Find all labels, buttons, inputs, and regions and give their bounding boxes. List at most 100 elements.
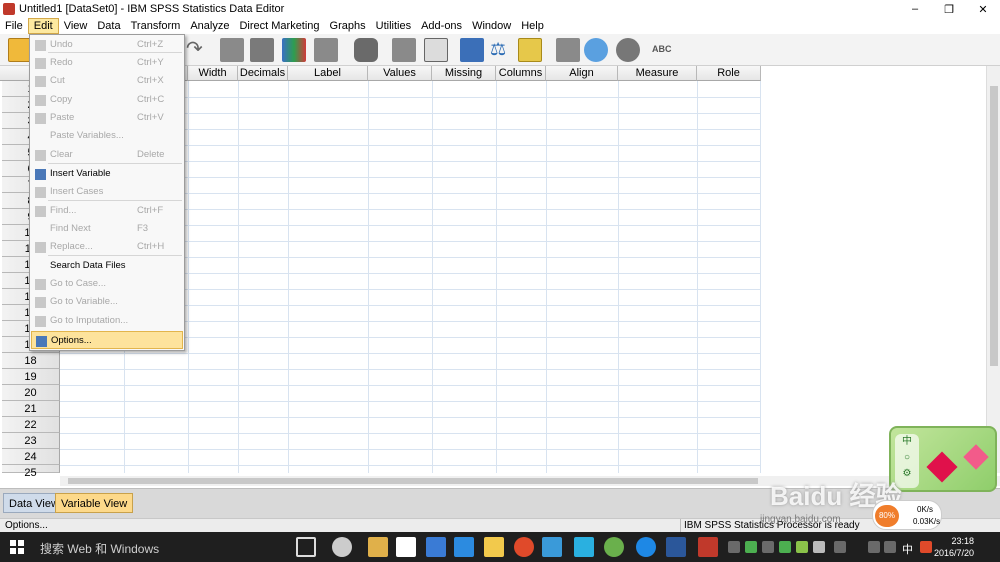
vertical-scroll-thumb[interactable] <box>990 86 998 366</box>
data-grid-icon[interactable] <box>460 38 484 62</box>
tab-variable-view[interactable]: Variable View <box>55 493 134 513</box>
row-header[interactable]: 19 <box>2 369 60 385</box>
spss-taskbar-icon[interactable] <box>698 537 718 557</box>
word-icon[interactable] <box>666 537 686 557</box>
column-header-width[interactable]: Width <box>188 66 238 81</box>
row-header[interactable]: 21 <box>2 401 60 417</box>
internet-explorer-icon[interactable] <box>636 537 656 557</box>
menu-data[interactable]: Data <box>92 18 125 34</box>
split-file-icon[interactable] <box>314 38 338 62</box>
menu-direct-marketing[interactable]: Direct Marketing <box>234 18 324 34</box>
menu-transform[interactable]: Transform <box>126 18 186 34</box>
row-header[interactable]: 24 <box>2 449 60 465</box>
tray-icon[interactable] <box>728 541 740 553</box>
menu-file[interactable]: File <box>0 18 28 34</box>
menu-help[interactable]: Help <box>516 18 549 34</box>
wifi-icon[interactable] <box>851 541 863 553</box>
app-icon[interactable] <box>454 537 474 557</box>
menu-item-label: Clear <box>50 149 73 160</box>
menu-window[interactable]: Window <box>467 18 516 34</box>
app-icon[interactable] <box>426 537 446 557</box>
circles-icon[interactable] <box>616 38 640 62</box>
weight-scale-icon[interactable]: ⚖ <box>490 38 514 62</box>
title-bar: Untitled1 [DataSet0] - IBM SPSS Statisti… <box>0 0 1000 18</box>
app-icon[interactable] <box>368 537 388 557</box>
menu-add-ons[interactable]: Add-ons <box>416 18 467 34</box>
app-icon[interactable] <box>542 537 562 557</box>
menu-utilities[interactable]: Utilities <box>371 18 416 34</box>
close-button[interactable]: ✕ <box>966 0 1000 18</box>
menu-item-label: Cut <box>50 75 65 86</box>
network-speed-widget[interactable]: 80% 0K/s 0.03K/s <box>872 500 942 530</box>
tray-icon[interactable] <box>762 541 774 553</box>
edit-menu-item-options[interactable]: Options... <box>31 331 183 349</box>
cloud-icon[interactable] <box>813 541 825 553</box>
store-icon[interactable] <box>396 537 416 557</box>
variables-icon[interactable] <box>282 38 306 62</box>
task-view-icon[interactable] <box>296 537 316 557</box>
chart-builder-icon[interactable] <box>424 38 448 62</box>
column-header-align[interactable]: Align <box>546 66 618 81</box>
column-header-role[interactable]: Role <box>697 66 761 81</box>
app-icon[interactable] <box>604 537 624 557</box>
wechat-icon[interactable] <box>779 541 791 553</box>
row-header[interactable]: 22 <box>2 417 60 433</box>
redo-toolbar-icon[interactable]: ↷ <box>186 38 210 62</box>
menu-item-shortcut: Ctrl+C <box>137 94 165 105</box>
shield-icon[interactable] <box>745 541 757 553</box>
app-icon[interactable] <box>514 537 534 557</box>
edit-menu-item-insert-variable[interactable]: Insert Variable <box>31 165 183 183</box>
show-sets-icon[interactable] <box>584 38 608 62</box>
spell-check-icon[interactable]: ABC <box>652 38 676 62</box>
menu-edit[interactable]: Edit <box>27 18 59 34</box>
use-sets-icon[interactable] <box>556 38 580 62</box>
row-header[interactable]: 18 <box>2 353 60 369</box>
clear-icon <box>35 150 46 161</box>
value-labels-icon[interactable] <box>518 38 542 62</box>
row-header[interactable]: 25 <box>2 465 60 479</box>
app-icon[interactable] <box>332 537 352 557</box>
horizontal-scroll-thumb[interactable] <box>68 478 758 484</box>
column-header-decimals[interactable]: Decimals <box>238 66 288 81</box>
row-header[interactable]: 23 <box>2 433 60 449</box>
volume-icon[interactable] <box>868 541 880 553</box>
grid-line-vertical <box>546 81 547 473</box>
sogou-icon[interactable] <box>920 541 932 553</box>
file-explorer-icon[interactable] <box>484 537 504 557</box>
ime-indicator[interactable]: 中 <box>902 541 913 557</box>
tray-icon[interactable] <box>834 541 846 553</box>
menu-graphs[interactable]: Graphs <box>325 18 371 34</box>
menu-item-label: Go to Imputation... <box>50 315 129 326</box>
clock-date: 2016/7/20 <box>933 548 974 558</box>
menu-analyze[interactable]: Analyze <box>185 18 234 34</box>
speed-percent: 80% <box>875 505 899 527</box>
find-binoculars-icon[interactable] <box>354 38 378 62</box>
insert-cases-toolbar-icon[interactable] <box>392 38 416 62</box>
windows-start-icon[interactable] <box>10 540 24 554</box>
vertical-scrollbar[interactable] <box>986 66 1000 473</box>
menu-item-label: Replace... <box>50 241 93 252</box>
restore-button[interactable]: ❐ <box>932 0 966 18</box>
taskbar-clock[interactable]: 23:18 2016/7/20 <box>934 535 974 559</box>
menu-view[interactable]: View <box>59 18 93 34</box>
row-header[interactable]: 20 <box>2 385 60 401</box>
taskbar-search[interactable]: 搜索 Web 和 Windows <box>40 540 159 557</box>
tray-icon[interactable] <box>796 541 808 553</box>
go-to-case-toolbar-icon[interactable] <box>220 38 244 62</box>
column-header-label[interactable]: Label <box>288 66 368 81</box>
minimize-button[interactable]: – <box>898 0 932 18</box>
notification-icon[interactable] <box>884 541 896 553</box>
desktop-widget[interactable]: 中 ○ ⚙ <box>889 426 997 492</box>
grid-line-vertical <box>368 81 369 473</box>
import-data-icon[interactable] <box>250 38 274 62</box>
column-header-missing[interactable]: Missing <box>432 66 496 81</box>
menu-item-label: Find... <box>50 205 77 216</box>
column-header-columns[interactable]: Columns <box>496 66 546 81</box>
app-icon[interactable] <box>574 537 594 557</box>
menu-item-shortcut: Ctrl+Y <box>137 57 164 68</box>
go-to-variable-icon <box>35 297 46 308</box>
column-header-measure[interactable]: Measure <box>618 66 697 81</box>
cut-icon <box>35 76 46 87</box>
column-header-values[interactable]: Values <box>368 66 432 81</box>
edit-menu-item-search-data-files[interactable]: Search Data Files <box>31 257 183 275</box>
